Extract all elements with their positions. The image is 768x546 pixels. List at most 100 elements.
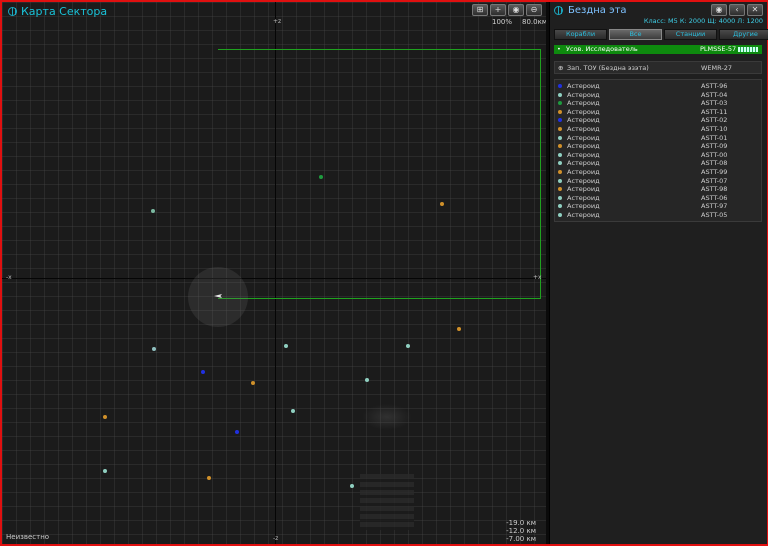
list-item[interactable]: Астероид ASTT-05	[555, 211, 761, 220]
distance-readout: -7.00 км	[506, 535, 536, 543]
object-panel: Бездна эта ◉ ‹ ✕ Класс: M5 К: 2000 Щ: 40…	[549, 2, 768, 544]
list-item[interactable]: Астероид ASTT-08	[555, 159, 761, 168]
view-button[interactable]: ◉	[508, 4, 524, 16]
object-code: ASTT-08	[701, 159, 728, 168]
map-object-marker[interactable]	[103, 415, 107, 419]
asteroid-list[interactable]: Астероид ASTT-96 Астероид ASTT-04 Астероид AS…	[554, 79, 762, 222]
object-name: Астероид	[567, 202, 600, 211]
map-object-marker[interactable]	[235, 430, 239, 434]
asteroid-icon	[558, 213, 562, 217]
asteroid-icon	[558, 170, 562, 174]
map-object-marker[interactable]	[457, 327, 461, 331]
list-item[interactable]: Астероид ASTT-07	[555, 177, 761, 186]
map-object-marker[interactable]	[207, 476, 211, 480]
object-code: ASTT-00	[701, 150, 728, 159]
list-item[interactable]: Астероид ASTT-02	[555, 116, 761, 125]
sector-name: Бездна эта	[568, 5, 627, 16]
map-object-marker[interactable]	[251, 381, 255, 385]
asteroid-icon	[558, 178, 562, 183]
object-name: Астероид	[567, 176, 600, 185]
asteroid-icon	[558, 127, 562, 131]
status-label: Неизвестно	[6, 533, 50, 541]
map-object-marker[interactable]	[151, 209, 155, 213]
tab-other[interactable]: Другие	[719, 29, 768, 40]
map-object-marker[interactable]	[291, 409, 295, 413]
list-item[interactable]: Астероид ASTT-11	[555, 108, 761, 117]
asteroid-icon	[558, 101, 562, 106]
close-button[interactable]: ✕	[747, 4, 763, 16]
sector-class-info: Класс: M5 К: 2000 Щ: 4000 Л: 1200	[643, 17, 763, 25]
map-object-marker[interactable]	[152, 347, 156, 351]
zoom-in-button[interactable]: +	[490, 4, 506, 16]
map-object-marker[interactable]	[284, 344, 288, 348]
object-code: ASTT-97	[701, 202, 728, 211]
list-item[interactable]: Астероид ASTT-03	[555, 99, 761, 108]
list-item[interactable]: Астероид ASTT-96	[555, 82, 761, 91]
tow-name: Зап. ТОУ (Бездна эзэта)	[567, 64, 649, 72]
tab-stations[interactable]: Станции	[664, 29, 717, 40]
sector-map[interactable]: Карта Сектора ⊞ + ◉ ⊖ 100% 80.0км +z -z …	[2, 2, 546, 544]
asteroid-icon	[558, 195, 562, 200]
list-item[interactable]: Астероид ASTT-97	[555, 202, 761, 211]
object-name: Астероид	[567, 116, 600, 125]
ship-name: Усов. Исследователь	[566, 45, 638, 53]
map-object-marker[interactable]	[103, 469, 107, 473]
list-item[interactable]: Астероид ASTT-10	[555, 125, 761, 134]
map-object-marker[interactable]	[350, 484, 354, 488]
list-item[interactable]: Астероид ASTT-00	[555, 151, 761, 160]
asteroid-icon	[558, 144, 562, 149]
asteroid-icon	[558, 204, 562, 209]
filter-tabs: Корабли Все Станции Другие	[554, 29, 768, 40]
selected-ship-row[interactable]: • Усов. Исследователь PLMSSE-57	[554, 45, 762, 54]
object-code: ASTT-04	[701, 90, 728, 99]
object-code: ASTT-02	[701, 116, 728, 125]
object-name: Астероид	[567, 125, 600, 133]
object-code: ASTT-07	[701, 176, 728, 185]
map-object-marker[interactable]	[406, 344, 410, 348]
map-title: Карта Сектора	[21, 5, 108, 18]
tab-all[interactable]: Все	[609, 29, 662, 40]
list-item[interactable]: Астероид ASTT-98	[555, 185, 761, 194]
zoom-out-button[interactable]: ⊖	[526, 4, 542, 16]
asteroid-icon	[558, 109, 562, 114]
panel-toolbar: ◉ ‹ ✕	[711, 4, 763, 16]
structure-shadow	[362, 404, 412, 430]
eye-button[interactable]: ◉	[711, 4, 727, 16]
back-button[interactable]: ‹	[729, 4, 745, 16]
map-object-marker[interactable]	[365, 378, 369, 382]
map-range: 80.0км	[522, 18, 546, 26]
object-name: Астероид	[567, 168, 600, 176]
list-item[interactable]: Астероид ASTT-06	[555, 194, 761, 203]
object-name: Астероид	[567, 211, 600, 219]
globe-icon	[8, 7, 17, 16]
object-code: ASTT-05	[701, 211, 728, 219]
map-object-marker[interactable]	[440, 202, 444, 206]
map-object-marker[interactable]	[319, 175, 323, 179]
object-code: ASTT-96	[701, 82, 728, 90]
object-name: Астероид	[567, 82, 600, 90]
map-toolbar-button[interactable]: ⊞	[472, 4, 488, 16]
tow-row[interactable]: ⊕ Зап. ТОУ (Бездна эзэта) WEMR-27	[554, 61, 762, 74]
distance-readout: -12.0 км	[506, 527, 536, 535]
hull-bar	[738, 47, 758, 52]
object-code: ASTT-06	[701, 193, 728, 202]
object-name: Астероид	[567, 142, 600, 151]
tab-ships[interactable]: Корабли	[554, 29, 607, 40]
list-item[interactable]: Астероид ASTT-09	[555, 142, 761, 151]
list-item[interactable]: Астероид ASTT-99	[555, 168, 761, 177]
distance-readout: -19.0 км	[506, 519, 536, 527]
gate-icon: ⊕	[558, 64, 564, 72]
object-code: ASTT-98	[701, 185, 728, 194]
asteroid-icon	[558, 118, 562, 123]
list-item[interactable]: Астероид ASTT-01	[555, 134, 761, 143]
bullet-icon: •	[557, 45, 561, 53]
object-name: Астероид	[567, 159, 600, 168]
axis-label-top: +z	[273, 18, 282, 25]
map-toolbar: ⊞ + ◉ ⊖	[472, 4, 542, 16]
list-item[interactable]: Астероид ASTT-04	[555, 91, 761, 100]
globe-icon	[554, 6, 563, 15]
object-name: Астероид	[567, 185, 600, 194]
map-object-marker[interactable]	[201, 370, 205, 374]
axis-label-left: -x	[6, 274, 12, 281]
tow-code: WEMR-27	[701, 64, 733, 72]
